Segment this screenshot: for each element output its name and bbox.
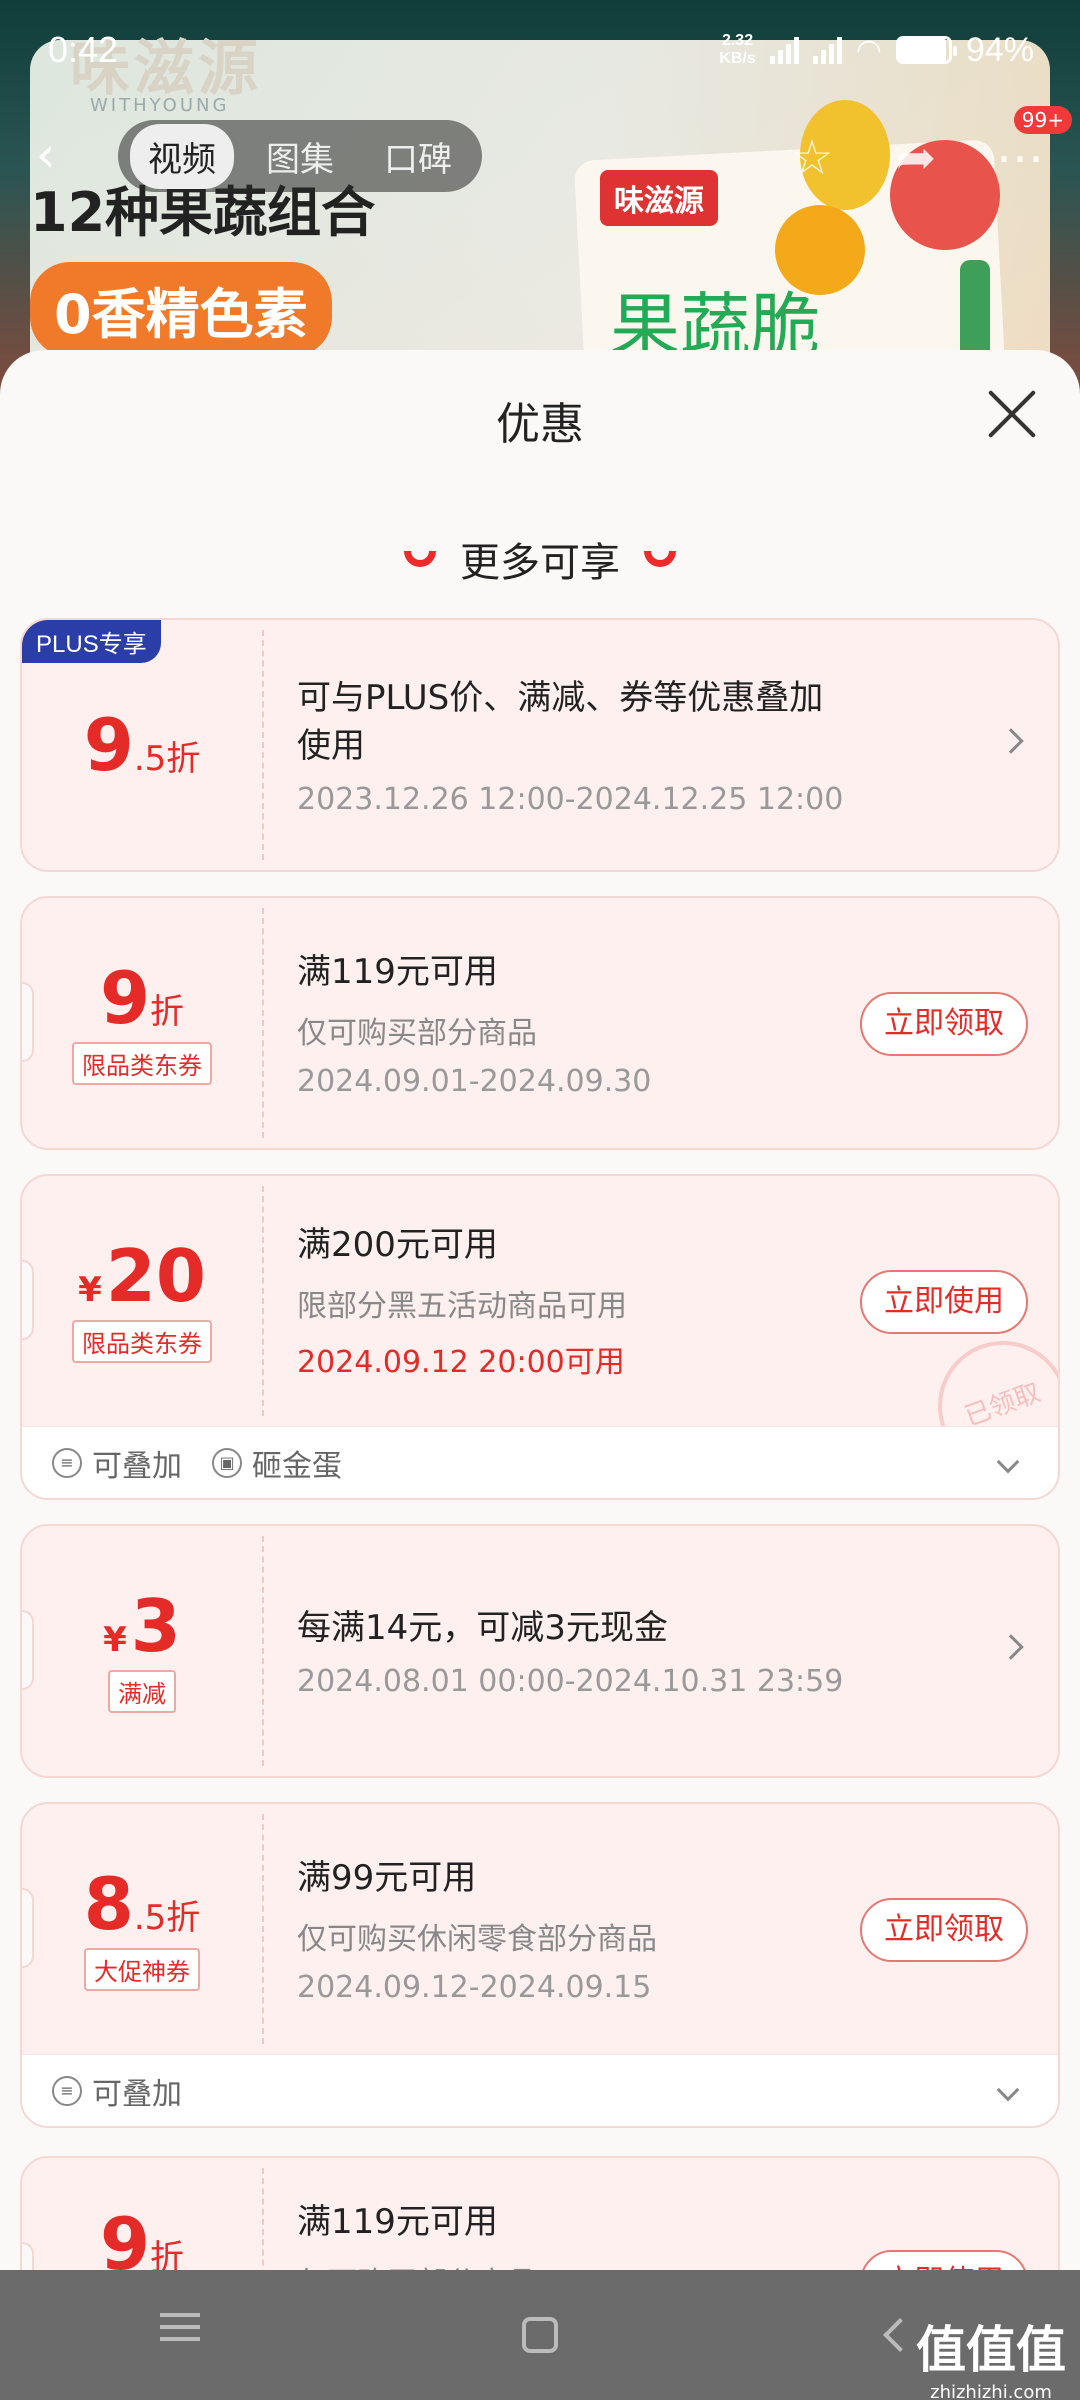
message-badge: 99+ xyxy=(1013,106,1072,134)
coupon-condition: 满119元可用 xyxy=(297,2202,498,2242)
coupon-description: 仅可购买休闲零食部分商品 xyxy=(297,1921,657,1957)
coupon-condition: 满200元可用 xyxy=(297,1225,498,1265)
egg-icon: ▣ xyxy=(212,1447,242,1478)
coupon-card: 8 .5折 大促神券 满99元可用 仅可购买休闲零食部分商品 2024.09.1… xyxy=(20,1802,1060,2128)
back-arrow-icon xyxy=(883,2318,917,2352)
chevron-right-icon[interactable] xyxy=(998,728,1024,754)
tab-reviews[interactable]: 口碑 xyxy=(366,124,470,189)
nav-actions: ☆ ➦ ⋯ 99+ xyxy=(782,106,1072,188)
tab-gallery[interactable]: 图集 xyxy=(248,124,352,189)
coupon-condition: 满99元可用 xyxy=(297,1857,477,1898)
coupon-description: 限部分黑五活动商品可用 xyxy=(297,1289,627,1324)
coupon-card: 9 折 限品类东券 满119元可用 仅可购买部分商品 2024.09.01-20… xyxy=(20,896,1060,1150)
status-bar: 0:42 2.32 KB/s ◠ 94% xyxy=(0,0,1080,100)
status-icons: 2.32 KB/s ◠ 94% xyxy=(719,31,1034,70)
sheet-title: 优惠 xyxy=(496,399,584,450)
status-time: 0:42 xyxy=(48,29,119,70)
discount-sheet: 优惠 更多可享 PLUS专享 9 .5折 可与PLUS价、满减、券等优惠叠加使用… xyxy=(0,350,1080,2400)
chevron-right-icon[interactable] xyxy=(998,1634,1024,1660)
coupon-amount: ¥ 20 xyxy=(78,1233,206,1318)
network-speed: 2.32 KB/s xyxy=(719,32,756,67)
coupon-condition: 满119元可用 xyxy=(297,951,498,992)
battery-percent: 94% xyxy=(965,30,1034,69)
product-nav-row: ‹ 视频 图集 口碑 ☆ ➦ ⋯ 99+ xyxy=(0,106,1080,200)
coupon-condition: 每满14元，可减3元现金 xyxy=(297,1607,668,1648)
home-button[interactable] xyxy=(510,2305,570,2365)
use-button[interactable]: 立即使用 xyxy=(860,1270,1028,1334)
watermark: 值值值 zhizhizhi.com xyxy=(916,2321,1066,2400)
coupon-amount: 9 折 xyxy=(99,955,185,1040)
menu-icon[interactable] xyxy=(150,2305,210,2365)
coupon-amount-block: ¥ 20 限品类东券 xyxy=(22,1176,262,1426)
coupon-validity: 2024.09.01-2024.09.30 xyxy=(297,1063,652,1099)
battery-icon xyxy=(895,36,957,64)
coupon-divider xyxy=(262,908,264,1138)
coupon-amount: 8 .5折 xyxy=(83,1861,201,1946)
coupon-body: 满99元可用 仅可购买休闲零食部分商品 2024.09.12-2024.09.1… xyxy=(297,1804,857,2054)
section-title-text: 更多可享 xyxy=(460,540,620,586)
fruit-image xyxy=(775,205,865,295)
coupon-footer[interactable]: ≡ 可叠加 xyxy=(22,2054,1058,2126)
coupon-amount-block: 9 .5折 xyxy=(22,620,262,870)
smile-icon xyxy=(404,551,436,567)
signal-icon xyxy=(812,36,842,64)
stackable-label: ≡ 可叠加 xyxy=(52,1441,182,1485)
coupon-validity: 2023.12.26 12:00-2024.12.25 12:00 xyxy=(297,781,844,817)
wifi-icon: ◠ xyxy=(855,33,882,67)
coupon-footer[interactable]: ≡ 可叠加 ▣ 砸金蛋 xyxy=(22,1426,1058,1498)
star-icon[interactable]: ☆ xyxy=(782,128,842,188)
signal-icon xyxy=(769,36,799,64)
tab-video[interactable]: 视频 xyxy=(130,123,234,189)
coupon-tag: 限品类东券 xyxy=(72,1319,212,1363)
stack-icon: ≡ xyxy=(52,1447,82,1478)
stack-icon: ≡ xyxy=(52,2075,82,2106)
coupon-amount: ¥ 3 xyxy=(103,1583,181,1668)
coupon-amount-block: 8 .5折 大促神券 xyxy=(22,1804,262,2054)
share-icon[interactable]: ➦ xyxy=(886,128,946,188)
coupon-tag: 满减 xyxy=(108,1669,176,1713)
claim-button[interactable]: 立即领取 xyxy=(860,1898,1028,1962)
chevron-down-icon[interactable] xyxy=(996,2078,1020,2102)
chevron-down-icon[interactable] xyxy=(996,1450,1020,1474)
banner-headline-2: 0香精色素 xyxy=(30,262,332,357)
coupon-validity: 2024.09.12 20:00可用 xyxy=(297,1345,625,1380)
back-icon[interactable]: ‹ xyxy=(36,130,86,180)
coupon-card[interactable]: PLUS专享 9 .5折 可与PLUS价、满减、券等优惠叠加使用 2023.12… xyxy=(20,618,1060,872)
coupon-body: 可与PLUS价、满减、券等优惠叠加使用 2023.12.26 12:00-202… xyxy=(297,620,857,870)
home-icon xyxy=(522,2317,558,2353)
coupon-validity: 2024.08.01 00:00-2024.10.31 23:59 xyxy=(297,1663,844,1699)
sheet-header: 优惠 xyxy=(0,350,1080,480)
smile-icon xyxy=(644,551,676,567)
coupon-validity: 2024.09.12-2024.09.15 xyxy=(297,1969,652,2005)
coupon-description: 仅可购买部分商品 xyxy=(297,1015,537,1051)
more-icon[interactable]: ⋯ 99+ xyxy=(990,106,1072,188)
coupon-divider xyxy=(262,1536,264,1766)
stackable-label: ≡ 可叠加 xyxy=(52,2069,182,2113)
section-title: 更多可享 xyxy=(0,530,1080,588)
coupon-amount: 9 .5折 xyxy=(83,703,201,787)
coupon-amount-block: 9 折 限品类东券 xyxy=(22,898,262,1148)
coupon-condition: 可与PLUS价、满减、券等优惠叠加使用 xyxy=(297,677,824,766)
coupon-body: 每满14元，可减3元现金 2024.08.01 00:00-2024.10.31… xyxy=(297,1526,857,1776)
claim-button[interactable]: 立即领取 xyxy=(860,992,1028,1056)
battery-fill xyxy=(898,39,946,61)
coupon-divider xyxy=(262,1814,264,2044)
coupon-amount-block: ¥ 3 满减 xyxy=(22,1526,262,1776)
coupon-tag: 限品类东券 xyxy=(72,1041,212,1085)
golden-egg-label: ▣ 砸金蛋 xyxy=(212,1441,342,1485)
coupon-card[interactable]: ¥ 3 满减 每满14元，可减3元现金 2024.08.01 00:00-202… xyxy=(20,1524,1060,1778)
coupon-tag: 大促神券 xyxy=(84,1947,200,1991)
coupon-body: 满119元可用 仅可购买部分商品 2024.09.01-2024.09.30 xyxy=(297,898,857,1148)
coupon-divider xyxy=(262,1186,264,1416)
coupon-card: ¥ 20 限品类东券 满200元可用 限部分黑五活动商品可用 2024.09.1… xyxy=(20,1174,1060,1500)
coupon-divider xyxy=(262,630,264,860)
coupon-body: 满200元可用 限部分黑五活动商品可用 2024.09.12 20:00可用 xyxy=(297,1176,857,1426)
close-icon[interactable] xyxy=(984,386,1040,442)
media-tabs: 视频 图集 口碑 xyxy=(118,120,482,192)
